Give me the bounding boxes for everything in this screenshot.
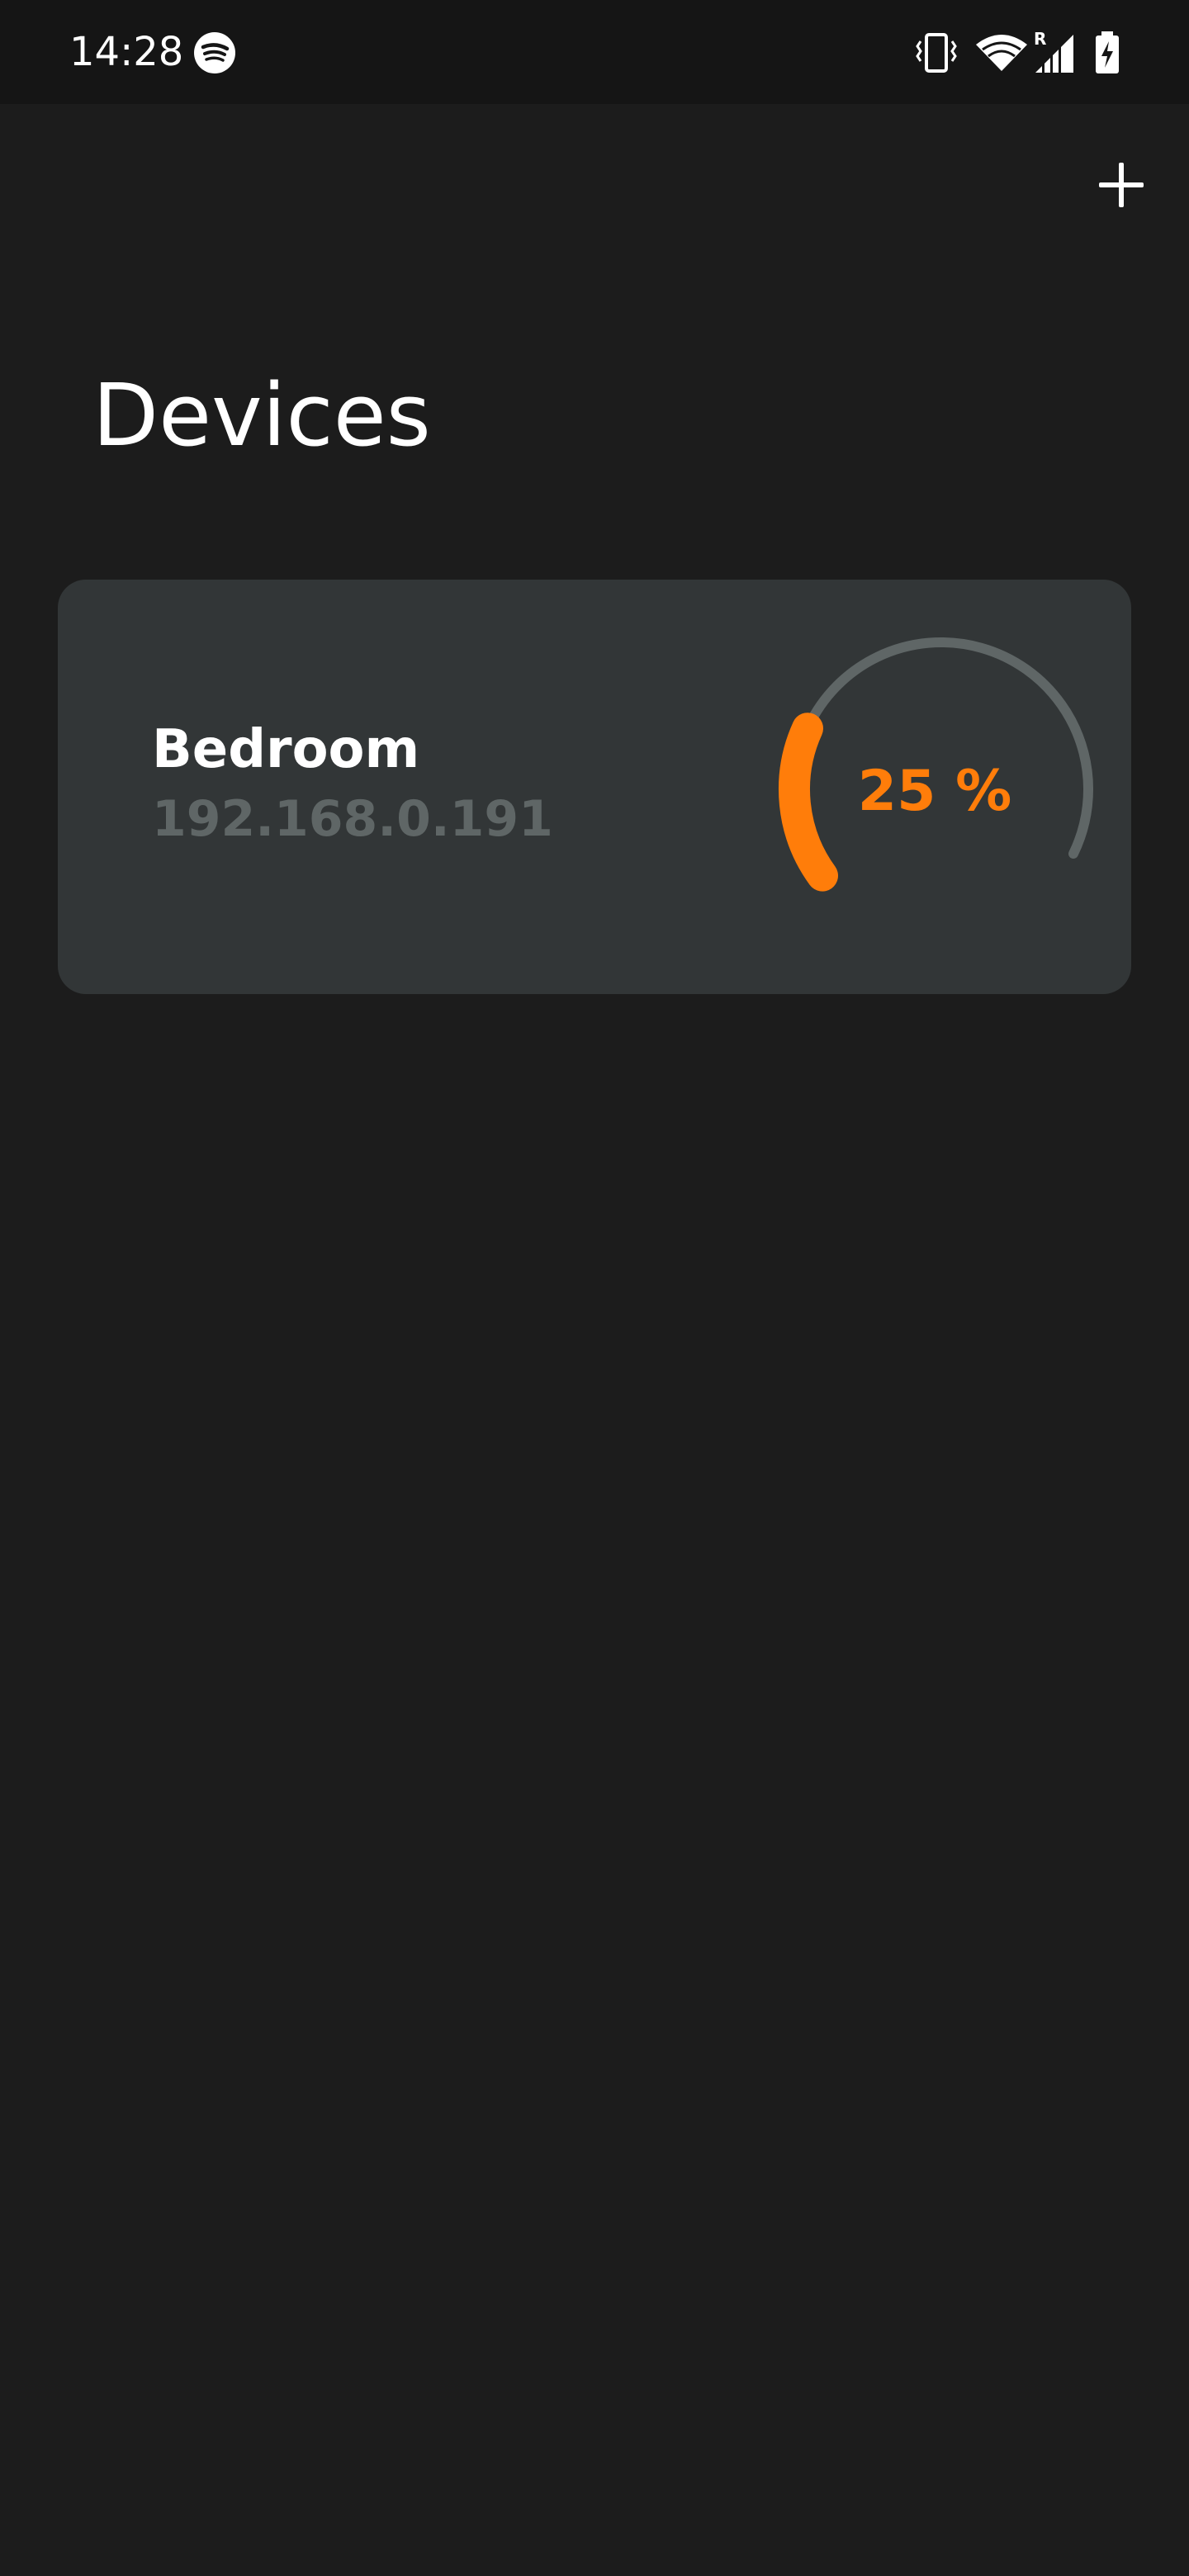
brightness-gauge[interactable]: 25 % [710,580,1123,994]
status-time: 14:28 [69,29,184,75]
vibrate-icon [916,33,957,73]
gauge-fill [779,713,838,892]
plus-icon [1099,163,1144,207]
battery-charging-icon [1096,31,1119,73]
page-title: Devices [92,365,431,466]
device-ip: 192.168.0.191 [152,790,553,848]
spotify-icon [194,32,235,73]
roaming-signal-icon: R [1034,30,1073,74]
add-device-button[interactable] [1082,145,1161,225]
status-bar: 14:28 R [0,0,1189,104]
device-name: Bedroom [152,719,420,780]
wifi-icon [976,35,1027,71]
gauge-value-label: 25 % [858,759,1011,824]
device-card-bedroom[interactable]: Bedroom 192.168.0.191 25 % [58,580,1131,994]
roaming-label: R [1034,30,1046,49]
